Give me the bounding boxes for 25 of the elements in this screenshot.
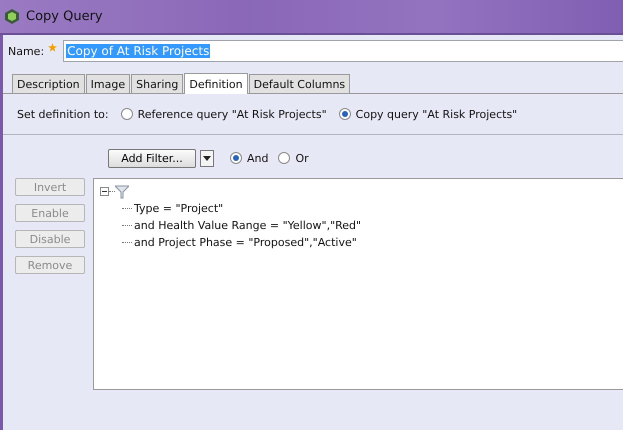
radio-label: And (247, 152, 268, 164)
definition-label: Set definition to: (17, 108, 109, 120)
radio-button[interactable] (230, 152, 242, 164)
filter-condition[interactable]: and Project Phase = "Proposed","Active" (134, 236, 357, 249)
tab[interactable]: Description (12, 74, 85, 93)
radio-label: Reference query "At Risk Projects" (138, 108, 327, 120)
dropdown-button[interactable] (200, 150, 214, 166)
tab[interactable]: Definition (184, 73, 248, 94)
radio-label: Copy query "At Risk Projects" (356, 108, 518, 120)
filter-icon (115, 184, 129, 198)
caret-icon (203, 156, 211, 160)
radio-label: Or (295, 152, 309, 164)
add-filter-button[interactable]: Add Filter... (108, 148, 196, 168)
radio-button[interactable] (120, 108, 133, 120)
app-icon (5, 9, 19, 24)
filter-condition[interactable]: and Health Value Range = "Yellow","Red" (134, 219, 362, 232)
window-title: Copy Query (26, 9, 103, 24)
tab[interactable]: Sharing (131, 74, 184, 93)
tab[interactable]: Image (86, 74, 130, 93)
tab[interactable]: Default Columns (248, 74, 350, 93)
name-label: Name: (8, 44, 44, 58)
radio-button[interactable] (278, 152, 290, 164)
filter-condition[interactable]: Type = "Project" (134, 202, 224, 215)
radio-button[interactable] (338, 108, 351, 120)
collapse-icon[interactable] (100, 187, 109, 196)
